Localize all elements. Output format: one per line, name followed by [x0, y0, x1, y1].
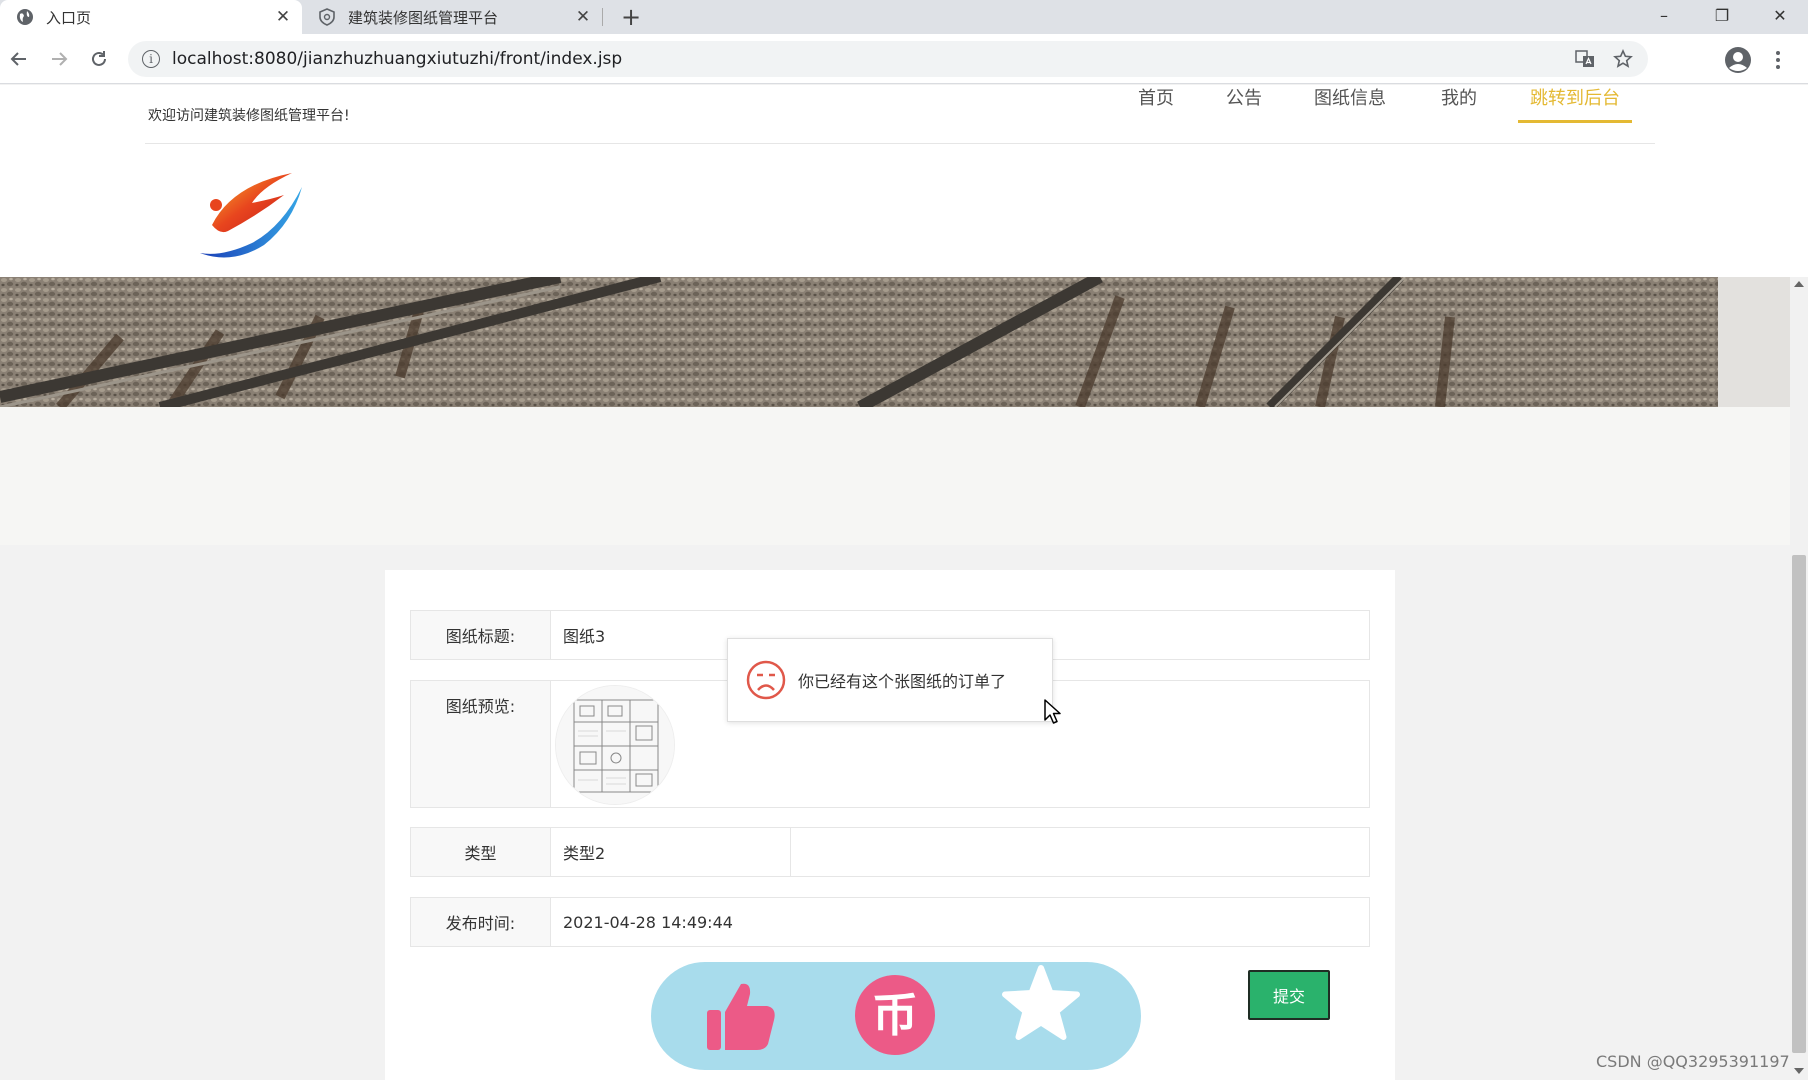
banner-image	[0, 277, 1718, 407]
new-tab-plus-icon[interactable]: +	[618, 3, 644, 31]
browser-toolbar: i localhost:8080/jianzhuzhuangxiutuzhi/f…	[0, 34, 1808, 84]
drawing-preview-image[interactable]	[555, 685, 675, 805]
welcome-text: 欢迎访问建筑装修图纸管理平台!	[148, 108, 350, 124]
coin-glyph: 币	[872, 988, 918, 1042]
minimize-icon[interactable]: –	[1636, 0, 1692, 30]
more-menu-icon[interactable]	[1768, 48, 1788, 72]
forward-arrow-icon[interactable]	[44, 44, 74, 74]
browser-tab-entry[interactable]: 入口页 ✕	[0, 0, 302, 34]
back-arrow-icon[interactable]	[4, 44, 34, 74]
url-text[interactable]: localhost:8080/jianzhuzhuangxiutuzhi/fro…	[172, 49, 1570, 69]
restore-window-icon[interactable]: ❐	[1694, 0, 1750, 30]
profile-avatar-icon[interactable]	[1724, 46, 1752, 74]
toast-message: 你已经有这个张图纸的订单了	[727, 638, 1053, 722]
thumbs-up-icon[interactable]	[701, 976, 781, 1056]
close-icon[interactable]: ✕	[272, 6, 294, 28]
bookmark-star-icon[interactable]	[1608, 44, 1638, 74]
action-bar: 币	[651, 962, 1141, 1070]
toast-text: 你已经有这个张图纸的订单了	[798, 672, 1007, 691]
translate-icon[interactable]	[1570, 44, 1600, 74]
star-icon[interactable]	[1001, 964, 1081, 1044]
tab-title: 建筑装修图纸管理平台	[348, 8, 499, 27]
coin-icon[interactable]: 币	[855, 975, 935, 1055]
nav-notice[interactable]: 公告	[1226, 85, 1262, 125]
page-viewport: 欢迎访问建筑装修图纸管理平台! 首页 公告 图纸信息 我的 跳转到后台 图纸标题…	[0, 85, 1808, 1080]
field-row-publish-time: 发布时间: 2021-04-28 14:49:44	[410, 897, 1370, 947]
site-logo[interactable]	[192, 165, 312, 265]
sad-face-icon	[746, 660, 786, 700]
scrollbar-thumb[interactable]	[1792, 555, 1806, 1053]
banner-side-area	[1718, 277, 1790, 407]
field-value-publish-time: 2021-04-28 14:49:44	[563, 912, 733, 932]
header-divider	[145, 143, 1655, 144]
field-label: 图纸标题:	[411, 611, 551, 659]
scroll-down-arrow-icon[interactable]	[1794, 1068, 1804, 1074]
page-scrollbar[interactable]	[1790, 277, 1808, 1080]
field-label: 类型	[411, 828, 551, 876]
site-header: 欢迎访问建筑装修图纸管理平台! 首页 公告 图纸信息 我的 跳转到后台	[0, 85, 1808, 277]
nav-mine[interactable]: 我的	[1441, 85, 1477, 125]
nav-goto-admin[interactable]: 跳转到后台	[1518, 85, 1632, 123]
browser-tab-platform[interactable]: 建筑装修图纸管理平台 ✕	[302, 0, 602, 34]
shield-icon	[318, 8, 336, 26]
nav-drawings[interactable]: 图纸信息	[1314, 85, 1386, 125]
field-row-type: 类型 类型2	[410, 827, 1370, 877]
submit-button[interactable]: 提交	[1248, 970, 1330, 1020]
address-bar[interactable]: i localhost:8080/jianzhuzhuangxiutuzhi/f…	[128, 41, 1648, 77]
tab-title: 入口页	[46, 8, 92, 27]
field-value-type: 类型2	[551, 828, 791, 876]
field-label: 发布时间:	[411, 898, 551, 946]
nav-home[interactable]: 首页	[1138, 85, 1174, 125]
close-window-icon[interactable]: ✕	[1752, 0, 1808, 30]
reload-icon[interactable]	[84, 44, 114, 74]
close-icon[interactable]: ✕	[572, 6, 594, 28]
tab-separator	[602, 8, 603, 26]
site-info-icon[interactable]: i	[142, 50, 160, 68]
browser-tab-bar: 入口页 ✕ 建筑装修图纸管理平台 ✕ + – ❐ ✕	[0, 0, 1808, 34]
field-label: 图纸预览:	[411, 681, 551, 807]
watermark-text: CSDN @QQ3295391197	[1596, 1052, 1790, 1071]
scroll-up-arrow-icon[interactable]	[1794, 281, 1804, 287]
mouse-cursor-icon	[1043, 698, 1063, 726]
banner-spacer	[0, 407, 1790, 545]
globe-icon	[16, 8, 34, 26]
